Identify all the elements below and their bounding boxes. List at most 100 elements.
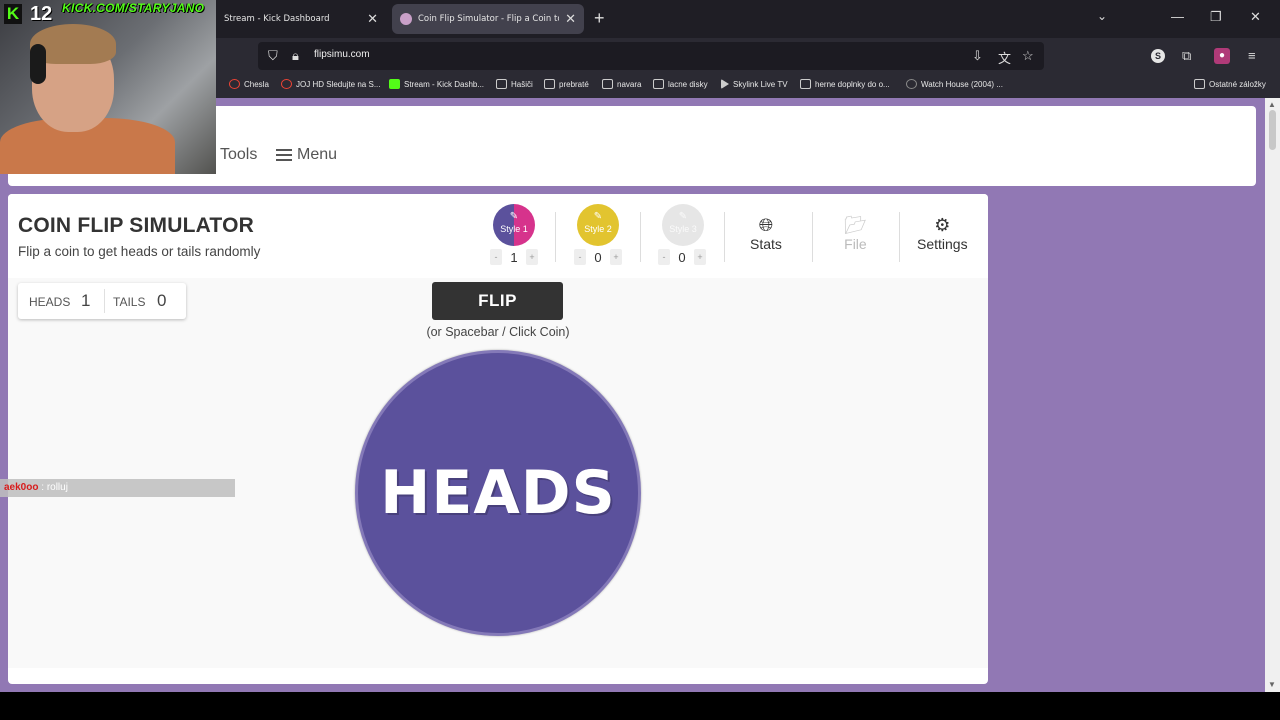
divider xyxy=(724,212,725,262)
style-label: Style 1 xyxy=(500,224,528,234)
bookmark-item[interactable]: Hašiči xyxy=(496,79,533,89)
microphone-icon[interactable]: ● xyxy=(1214,48,1230,64)
shield-icon[interactable]: ⛉ xyxy=(268,48,278,64)
viewer-count: 12 xyxy=(30,3,53,25)
style-count: 0 xyxy=(594,249,602,265)
style-count: 0 xyxy=(678,249,686,265)
bookmark-item[interactable]: Watch House (2004) ... xyxy=(906,79,1003,89)
bookmark-item[interactable]: Skylink Live TV xyxy=(721,79,788,89)
bookmark-label: lacne disky xyxy=(668,79,708,89)
new-tab-icon[interactable]: + xyxy=(594,9,605,27)
chat-separator: : xyxy=(38,482,47,493)
extensions-icon[interactable]: ⧉ xyxy=(1182,48,1191,64)
bottom-bar xyxy=(0,692,1280,720)
bookmark-item[interactable]: Stream - Kick Dashb... xyxy=(389,79,484,89)
flip-hint: (or Spacebar / Click Coin) xyxy=(426,325,570,339)
folder-icon xyxy=(653,79,664,89)
style-1-button[interactable]: ✎ Style 1 xyxy=(493,204,535,246)
scroll-down-icon[interactable]: ▼ xyxy=(1268,680,1276,689)
url-text[interactable]: flipsimu.com xyxy=(314,49,370,60)
folder-open-icon: 📂︎ xyxy=(844,215,867,235)
edit-icon: ✎ xyxy=(509,211,519,222)
restore-icon[interactable]: ❐ xyxy=(1210,10,1222,24)
heads-count: 1 xyxy=(81,291,91,310)
tails-count: 0 xyxy=(157,291,167,310)
bookmark-item[interactable]: prebraté xyxy=(544,79,589,89)
lock-icon[interactable]: 🔒︎ xyxy=(292,48,299,64)
settings-button[interactable]: ⚙ Settings xyxy=(917,216,968,252)
translate-icon[interactable]: 文 xyxy=(998,48,1011,67)
minimize-icon[interactable]: — xyxy=(1171,10,1184,24)
coin-flip-app: COIN FLIP SIMULATOR Flip a coin to get h… xyxy=(8,194,988,684)
save-page-icon[interactable]: ⇩ xyxy=(972,48,983,64)
bookmark-label: prebraté xyxy=(559,79,589,89)
increment-button[interactable]: + xyxy=(693,249,706,265)
tools-link[interactable]: Tools xyxy=(220,146,257,164)
bookmark-label: herne doplnky do o... xyxy=(815,79,890,89)
chevron-down-icon[interactable]: ⌄ xyxy=(1097,9,1107,23)
bookmark-label: Ostatné záložky xyxy=(1209,79,1266,89)
bookmark-item[interactable]: navara xyxy=(602,79,641,89)
coin-result: HEADS xyxy=(380,458,616,528)
score-counter: HEADS 1 TAILS 0 xyxy=(18,283,186,319)
folder-icon xyxy=(1194,79,1205,89)
chat-message: aek0oo : rolluj xyxy=(0,479,235,497)
close-tab-icon[interactable]: ✕ xyxy=(367,12,378,27)
decrement-button[interactable]: - xyxy=(490,249,502,265)
file-button[interactable]: 📂︎ File xyxy=(844,216,867,252)
page-scrollbar[interactable]: ▲ ▼ xyxy=(1265,98,1280,692)
decrement-button[interactable]: - xyxy=(658,249,670,265)
menu-label: Menu xyxy=(297,146,338,163)
hamburger-icon xyxy=(276,146,292,164)
tab-kick-dashboard[interactable]: Stream - Kick Dashboard ✕ xyxy=(216,4,386,34)
stats-button[interactable]: 🌐︎ Stats xyxy=(750,216,782,252)
folder-icon xyxy=(800,79,811,89)
style-1-stepper: - 1 + xyxy=(490,248,538,266)
bookmark-label: Hašiči xyxy=(511,79,533,89)
address-bar[interactable]: ⛉ 🔒︎ flipsimu.com ⇩ 文 ☆ xyxy=(258,42,1044,70)
google-icon xyxy=(229,79,240,89)
scrollbar-thumb[interactable] xyxy=(1269,110,1276,150)
settings-label: Settings xyxy=(917,236,968,252)
joj-icon xyxy=(281,79,292,89)
scroll-up-icon[interactable]: ▲ xyxy=(1268,100,1276,109)
bookmark-item[interactable]: JOJ HD Sledujte na S... xyxy=(281,79,380,89)
style-2-button[interactable]: ✎ Style 2 xyxy=(577,204,619,246)
app-header: COIN FLIP SIMULATOR Flip a coin to get h… xyxy=(8,194,988,278)
app-body: HEADS 1 TAILS 0 FLIP (or Spacebar / Clic… xyxy=(8,278,988,668)
stream-url: KICK.COM/STARYJANO xyxy=(62,1,205,15)
bookmark-item[interactable]: Chesla xyxy=(229,79,269,89)
style-3-button[interactable]: ✎ Style 3 xyxy=(662,204,704,246)
heads-label: HEADS xyxy=(29,295,71,309)
bookmark-star-icon[interactable]: ☆ xyxy=(1022,48,1034,64)
divider xyxy=(812,212,813,262)
increment-button[interactable]: + xyxy=(525,249,538,265)
increment-button[interactable]: + xyxy=(609,249,622,265)
close-tab-icon[interactable]: ✕ xyxy=(565,12,576,27)
edit-icon: ✎ xyxy=(678,211,688,222)
bookmark-label: navara xyxy=(617,79,642,89)
decrement-button[interactable]: - xyxy=(574,249,586,265)
close-window-icon[interactable]: ✕ xyxy=(1250,10,1261,24)
globe-icon: 🌐︎ xyxy=(758,215,774,235)
skylink-icon xyxy=(721,79,729,89)
folder-icon xyxy=(544,79,555,89)
chat-text: rolluj xyxy=(46,482,68,493)
bookmark-item[interactable]: herne doplnky do o... xyxy=(800,79,890,89)
hamburger-menu-icon[interactable]: ≡ xyxy=(1248,48,1256,63)
account-avatar-icon[interactable]: S xyxy=(1151,49,1165,63)
menu-button[interactable]: Menu xyxy=(276,146,337,164)
bookmark-item-other[interactable]: Ostatné záložky xyxy=(1194,79,1266,89)
file-label: File xyxy=(844,236,867,252)
page-subtitle: Flip a coin to get heads or tails random… xyxy=(18,244,261,259)
bookmark-item[interactable]: lacne disky xyxy=(653,79,708,89)
flip-button[interactable]: FLIP xyxy=(432,282,563,320)
edit-icon: ✎ xyxy=(593,211,603,222)
coin[interactable]: HEADS xyxy=(355,350,641,636)
screen: Stream - Kick Dashboard ✕ Coin Flip Simu… xyxy=(0,0,1280,720)
tab-coin-flip[interactable]: Coin Flip Simulator - Flip a Coin to Get… xyxy=(392,4,584,34)
style-label: Style 2 xyxy=(584,224,612,234)
webcam-overlay xyxy=(0,0,216,174)
d-icon xyxy=(906,79,917,89)
page-viewport: Tools Menu COIN FLIP SIMULATOR Flip a co… xyxy=(0,98,1265,692)
